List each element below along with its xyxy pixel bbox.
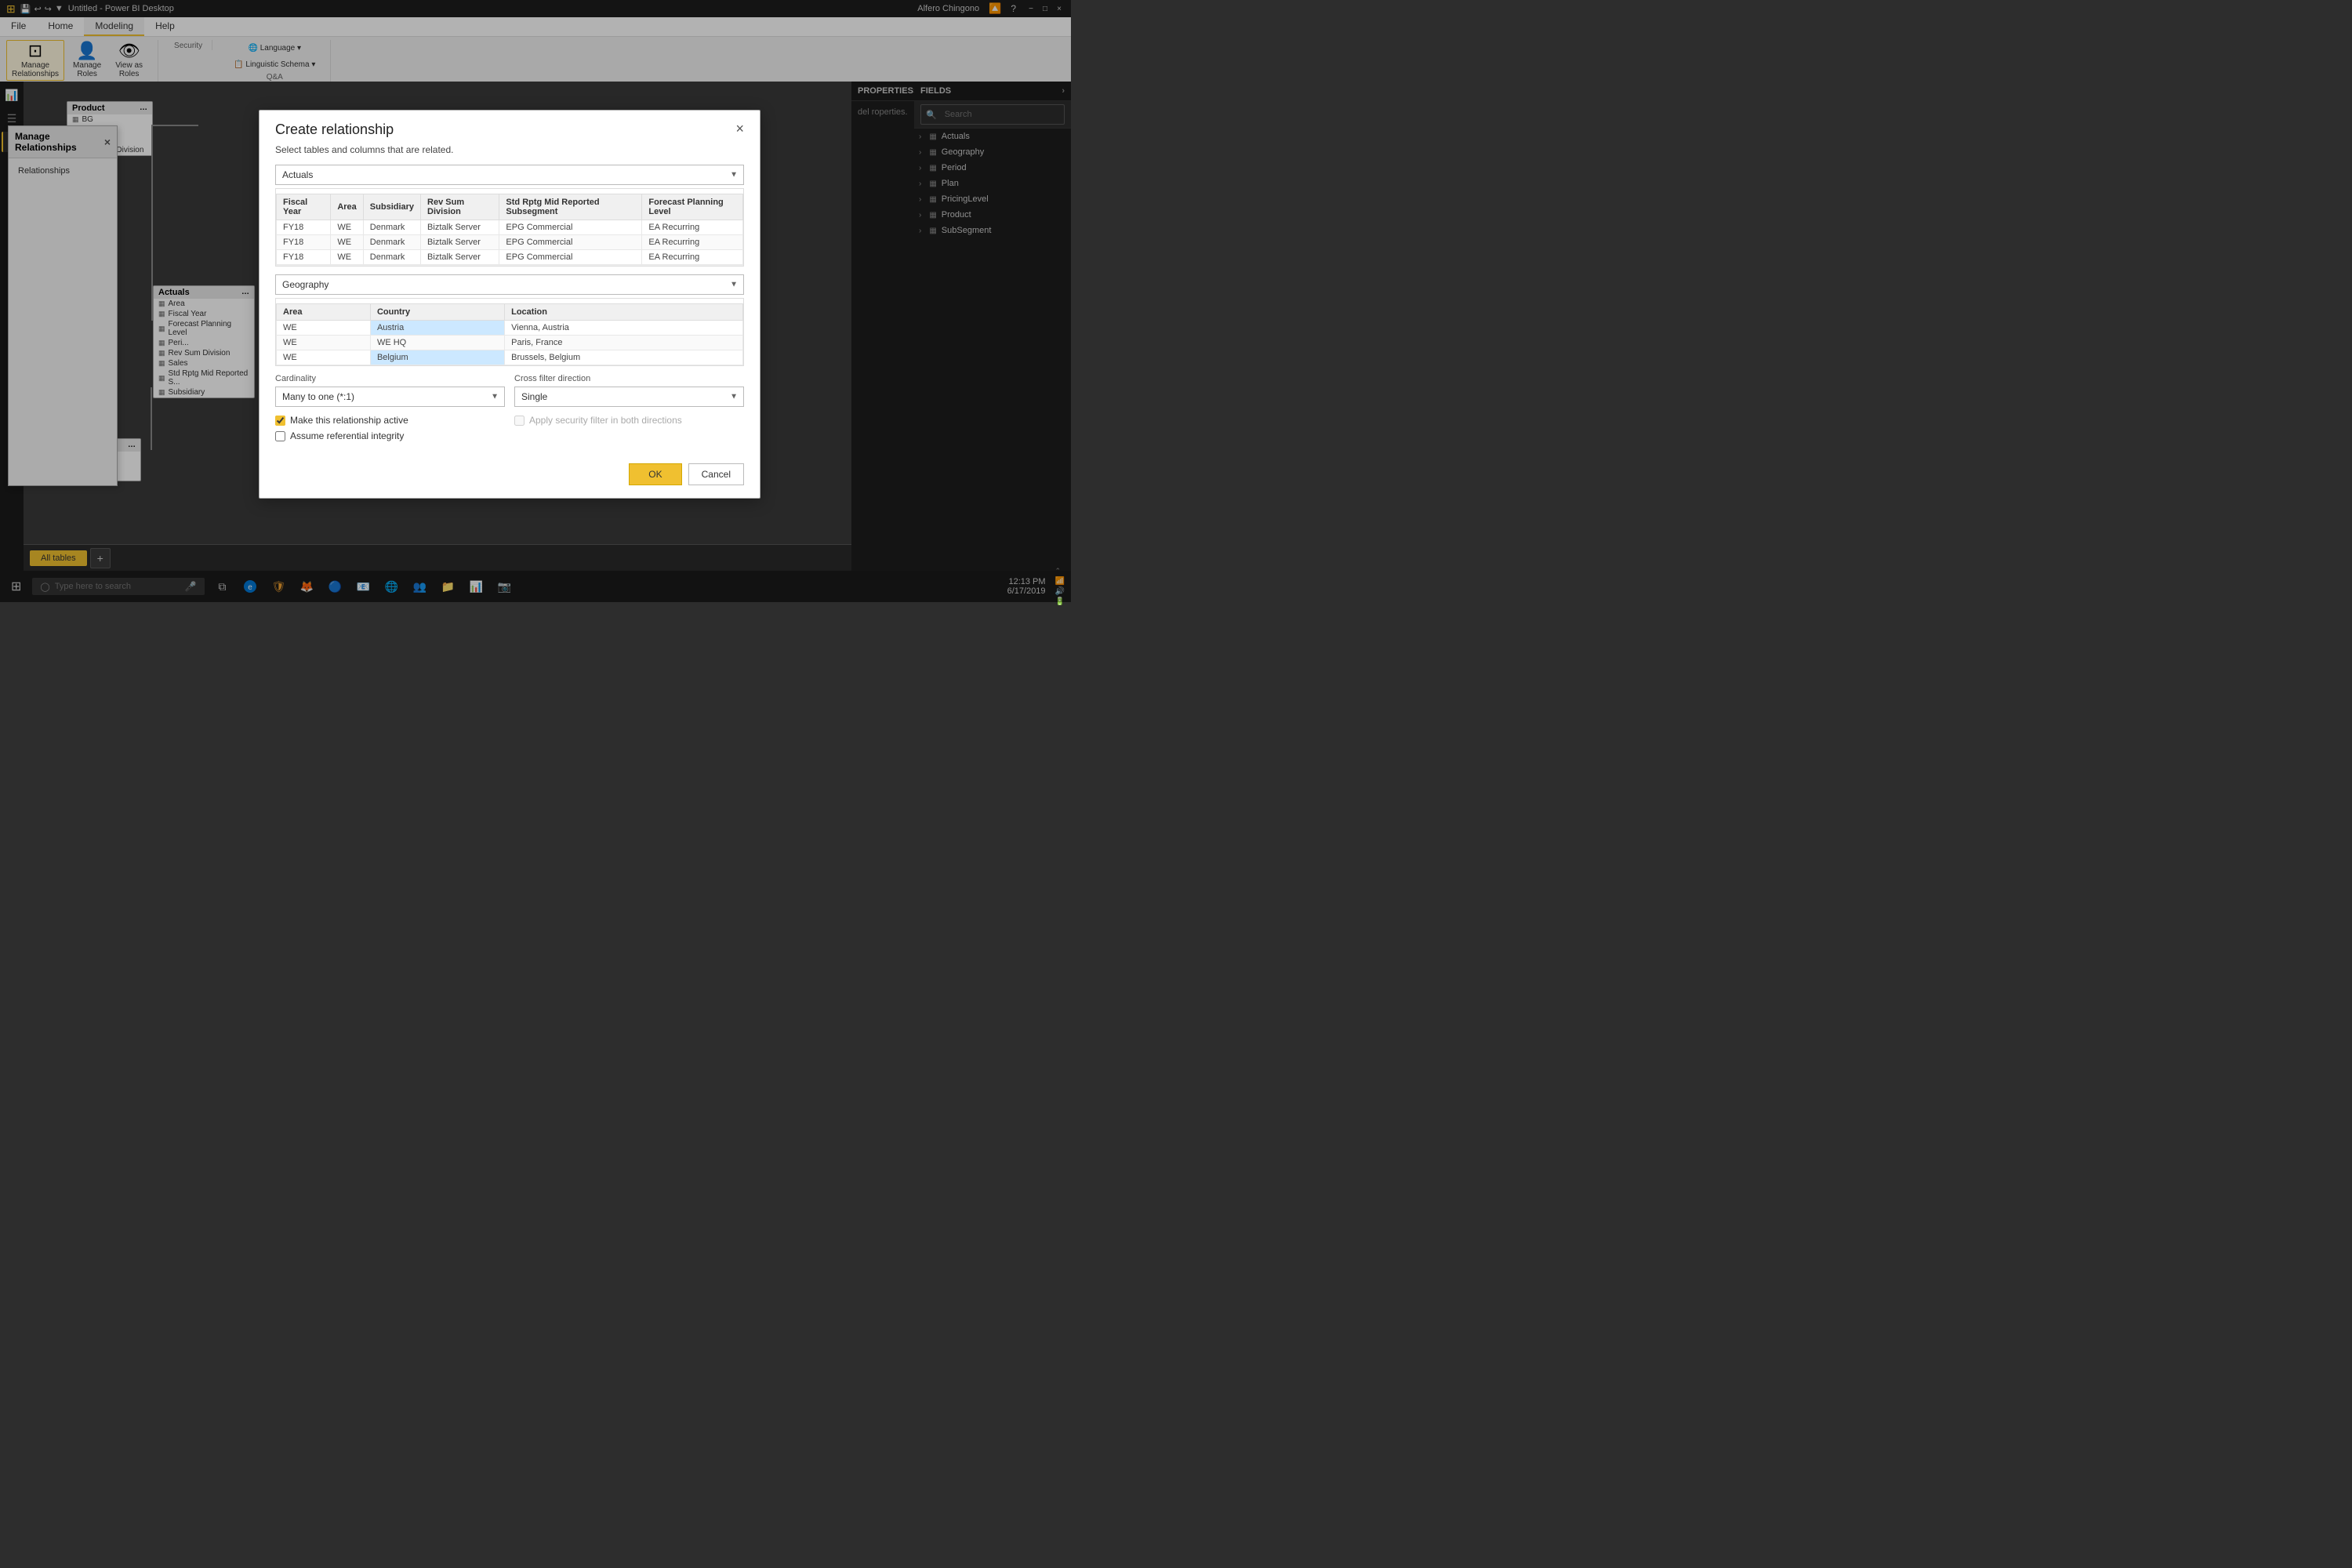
col-area: Area: [331, 194, 363, 220]
cardinality-label: Cardinality: [275, 374, 505, 383]
cell-area3: WE: [331, 250, 363, 265]
cell-area1: WE: [331, 220, 363, 235]
col2-country: Country: [370, 304, 504, 321]
dialog-body: Actuals Fiscal Year Area Subsidiary Rev …: [260, 165, 760, 446]
cell-sub2: Denmark: [363, 235, 420, 250]
cardinality-dropdown[interactable]: Many to one (*:1) One to one (1:1) One t…: [275, 387, 505, 407]
cell-std3: EPG Commercial: [499, 250, 642, 265]
cell-sub3: Denmark: [363, 250, 420, 265]
cell-area2: WE: [331, 235, 363, 250]
cell2-country2: WE HQ: [370, 336, 504, 350]
cell-std1: EPG Commercial: [499, 220, 642, 235]
make-active-checkbox[interactable]: [275, 416, 285, 426]
col2-location: Location: [505, 304, 743, 321]
table1-dropdown-wrap: Actuals: [275, 165, 744, 185]
table2-dropdown-wrap: Geography: [275, 274, 744, 295]
table1-dropdown[interactable]: Actuals: [275, 165, 744, 185]
assume-referential-checkbox[interactable]: [275, 431, 285, 441]
make-active-row: Make this relationship active: [275, 415, 505, 426]
cell2-area2: WE: [277, 336, 371, 350]
apply-security-row: Apply security filter in both directions: [514, 415, 744, 426]
cell-fc1: EA Recurring: [642, 220, 743, 235]
apply-security-label: Apply security filter in both directions: [529, 415, 682, 426]
cross-filter-dropdown[interactable]: Single Both: [514, 387, 744, 407]
col2-area: Area: [277, 304, 371, 321]
table1-row-3[interactable]: FY18 WE Denmark Biztalk Server EPG Comme…: [277, 250, 743, 265]
cell-fc2: EA Recurring: [642, 235, 743, 250]
cell2-loc1: Vienna, Austria: [505, 321, 743, 336]
cardinality-dropdown-wrap: Many to one (*:1) One to one (1:1) One t…: [275, 387, 505, 407]
make-active-label: Make this relationship active: [290, 415, 408, 426]
dialog-close-button[interactable]: ×: [735, 122, 744, 136]
col-rev-sum: Rev Sum Division: [421, 194, 499, 220]
ok-button[interactable]: OK: [629, 463, 681, 485]
cell-fy2: FY18: [277, 235, 331, 250]
table2-dropdown[interactable]: Geography: [275, 274, 744, 295]
checkbox-col-left: Make this relationship active Assume ref…: [275, 415, 505, 446]
cross-filter-col: Cross filter direction Single Both: [514, 374, 744, 407]
table1-row-2[interactable]: FY18 WE Denmark Biztalk Server EPG Comme…: [277, 235, 743, 250]
col-forecast: Forecast Planning Level: [642, 194, 743, 220]
form-row-cardinality: Cardinality Many to one (*:1) One to one…: [275, 374, 744, 407]
table1-row-1[interactable]: FY18 WE Denmark Biztalk Server EPG Comme…: [277, 220, 743, 235]
col-std-rptg: Std Rptg Mid Reported Subsegment: [499, 194, 642, 220]
table1-container[interactable]: Fiscal Year Area Subsidiary Rev Sum Divi…: [275, 188, 744, 267]
form-row-checkboxes: Make this relationship active Assume ref…: [275, 415, 744, 446]
cell-rev1: Biztalk Server: [421, 220, 499, 235]
dialog-subtitle: Select tables and columns that are relat…: [260, 144, 760, 165]
cell2-loc3: Brussels, Belgium: [505, 350, 743, 365]
table2-row-3[interactable]: WE Belgium Brussels, Belgium: [277, 350, 743, 365]
checkbox-col-right: Apply security filter in both directions: [514, 415, 744, 430]
assume-referential-label: Assume referential integrity: [290, 430, 404, 441]
dialog-title: Create relationship: [275, 122, 394, 138]
dialog-title-bar: Create relationship ×: [260, 111, 760, 144]
cell-fc3: EA Recurring: [642, 250, 743, 265]
create-relationship-dialog: Create relationship × Select tables and …: [259, 110, 760, 499]
dialog-footer: OK Cancel: [260, 454, 760, 498]
table2: Area Country Location WE Austria Vienna,…: [276, 303, 743, 365]
cell2-loc2: Paris, France: [505, 336, 743, 350]
cell2-country3: Belgium: [370, 350, 504, 365]
cell2-area3: WE: [277, 350, 371, 365]
cell2-country1: Austria: [370, 321, 504, 336]
cell-fy1: FY18: [277, 220, 331, 235]
cross-filter-label: Cross filter direction: [514, 374, 744, 383]
cell-rev2: Biztalk Server: [421, 235, 499, 250]
cell-sub1: Denmark: [363, 220, 420, 235]
cross-filter-dropdown-wrap: Single Both: [514, 387, 744, 407]
cancel-button[interactable]: Cancel: [688, 463, 744, 485]
table2-container[interactable]: Area Country Location WE Austria Vienna,…: [275, 298, 744, 366]
cell-fy3: FY18: [277, 250, 331, 265]
col-subsidiary: Subsidiary: [363, 194, 420, 220]
cell-rev3: Biztalk Server: [421, 250, 499, 265]
apply-security-checkbox: [514, 416, 524, 426]
table1: Fiscal Year Area Subsidiary Rev Sum Divi…: [276, 194, 743, 265]
table2-row-1[interactable]: WE Austria Vienna, Austria: [277, 321, 743, 336]
table2-row-2[interactable]: WE WE HQ Paris, France: [277, 336, 743, 350]
assume-referential-row: Assume referential integrity: [275, 430, 505, 441]
col-fiscal-year: Fiscal Year: [277, 194, 331, 220]
cell-std2: EPG Commercial: [499, 235, 642, 250]
cardinality-col: Cardinality Many to one (*:1) One to one…: [275, 374, 505, 407]
table1-nav: ‹ ›: [276, 265, 743, 267]
cell2-area1: WE: [277, 321, 371, 336]
